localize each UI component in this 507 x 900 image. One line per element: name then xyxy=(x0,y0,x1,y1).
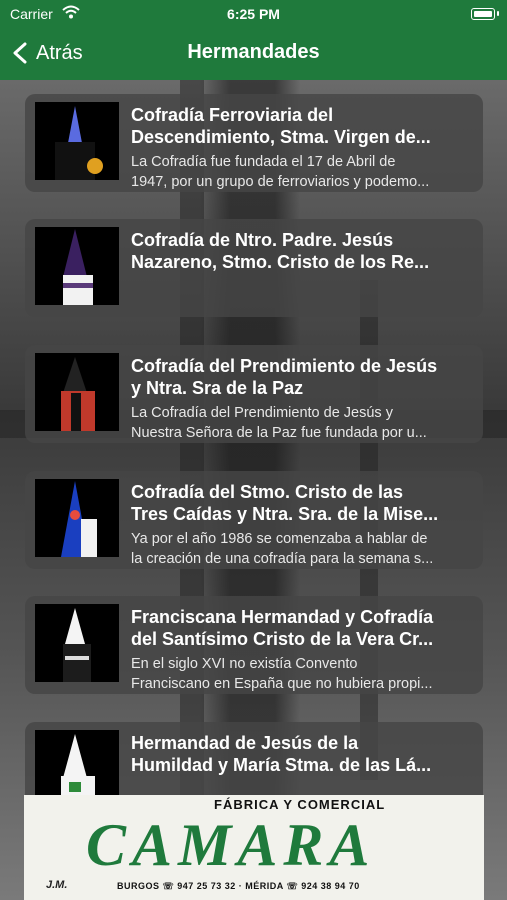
item-title: Franciscana Hermandad y Cofradía del San… xyxy=(131,607,434,649)
navigation-bar: Atrás Hermandades xyxy=(0,28,507,80)
ad-top-text: FÁBRICA Y COMERCIAL xyxy=(214,797,386,812)
item-title: Hermandad de Jesús de la Humildad y Marí… xyxy=(131,733,432,775)
nazareno-thumbnail xyxy=(35,604,119,682)
list-item[interactable]: Franciscana Hermandad y Cofradía del San… xyxy=(25,596,483,694)
ad-initials: J.M. xyxy=(46,879,68,891)
page-title: Hermandades xyxy=(187,41,320,63)
ad-banner[interactable]: FÁBRICA Y COMERCIAL CAMARA J.M. BURGOS ☏… xyxy=(24,795,484,900)
clock: 6:25 PM xyxy=(227,6,280,22)
item-title: Cofradía del Prendimiento de Jesús y Ntr… xyxy=(131,356,438,398)
list-item[interactable]: Cofradía del Prendimiento de Jesús y Ntr… xyxy=(25,345,483,443)
item-description: Ya por el año 1986 se comenzaba a hablar… xyxy=(131,531,434,567)
battery-icon xyxy=(471,8,495,20)
item-title: Cofradía de Ntro. Padre. Jesús Nazareno,… xyxy=(131,230,430,272)
item-title: Cofradía del Stmo. Cristo de las Tres Ca… xyxy=(131,482,439,524)
nazareno-thumbnail xyxy=(35,353,119,431)
list-item[interactable]: Cofradía del Stmo. Cristo de las Tres Ca… xyxy=(25,471,483,569)
list-item[interactable]: Cofradía de Ntro. Padre. Jesús Nazareno,… xyxy=(25,219,483,317)
item-title: Cofradía Ferroviaria del Descendimiento,… xyxy=(131,105,431,147)
nazareno-thumbnail xyxy=(35,479,119,557)
battery-tip xyxy=(497,11,499,16)
item-description: La Cofradía del Prendimiento de Jesús y … xyxy=(131,405,427,441)
nazareno-thumbnail xyxy=(35,102,119,180)
list-item[interactable]: Cofradía Ferroviaria del Descendimiento,… xyxy=(25,94,483,192)
ad-contact: BURGOS ☏ 947 25 73 32 · MÉRIDA ☏ 924 38 … xyxy=(117,881,360,891)
status-bar: Carrier 6:25 PM xyxy=(0,0,507,28)
item-description: En el siglo XVI no existía Convento Fran… xyxy=(131,656,433,692)
item-description: La Cofradía fue fundada el 17 de Abril d… xyxy=(131,154,430,190)
nazareno-thumbnail xyxy=(35,227,119,305)
ad-brand: CAMARA xyxy=(86,812,376,878)
